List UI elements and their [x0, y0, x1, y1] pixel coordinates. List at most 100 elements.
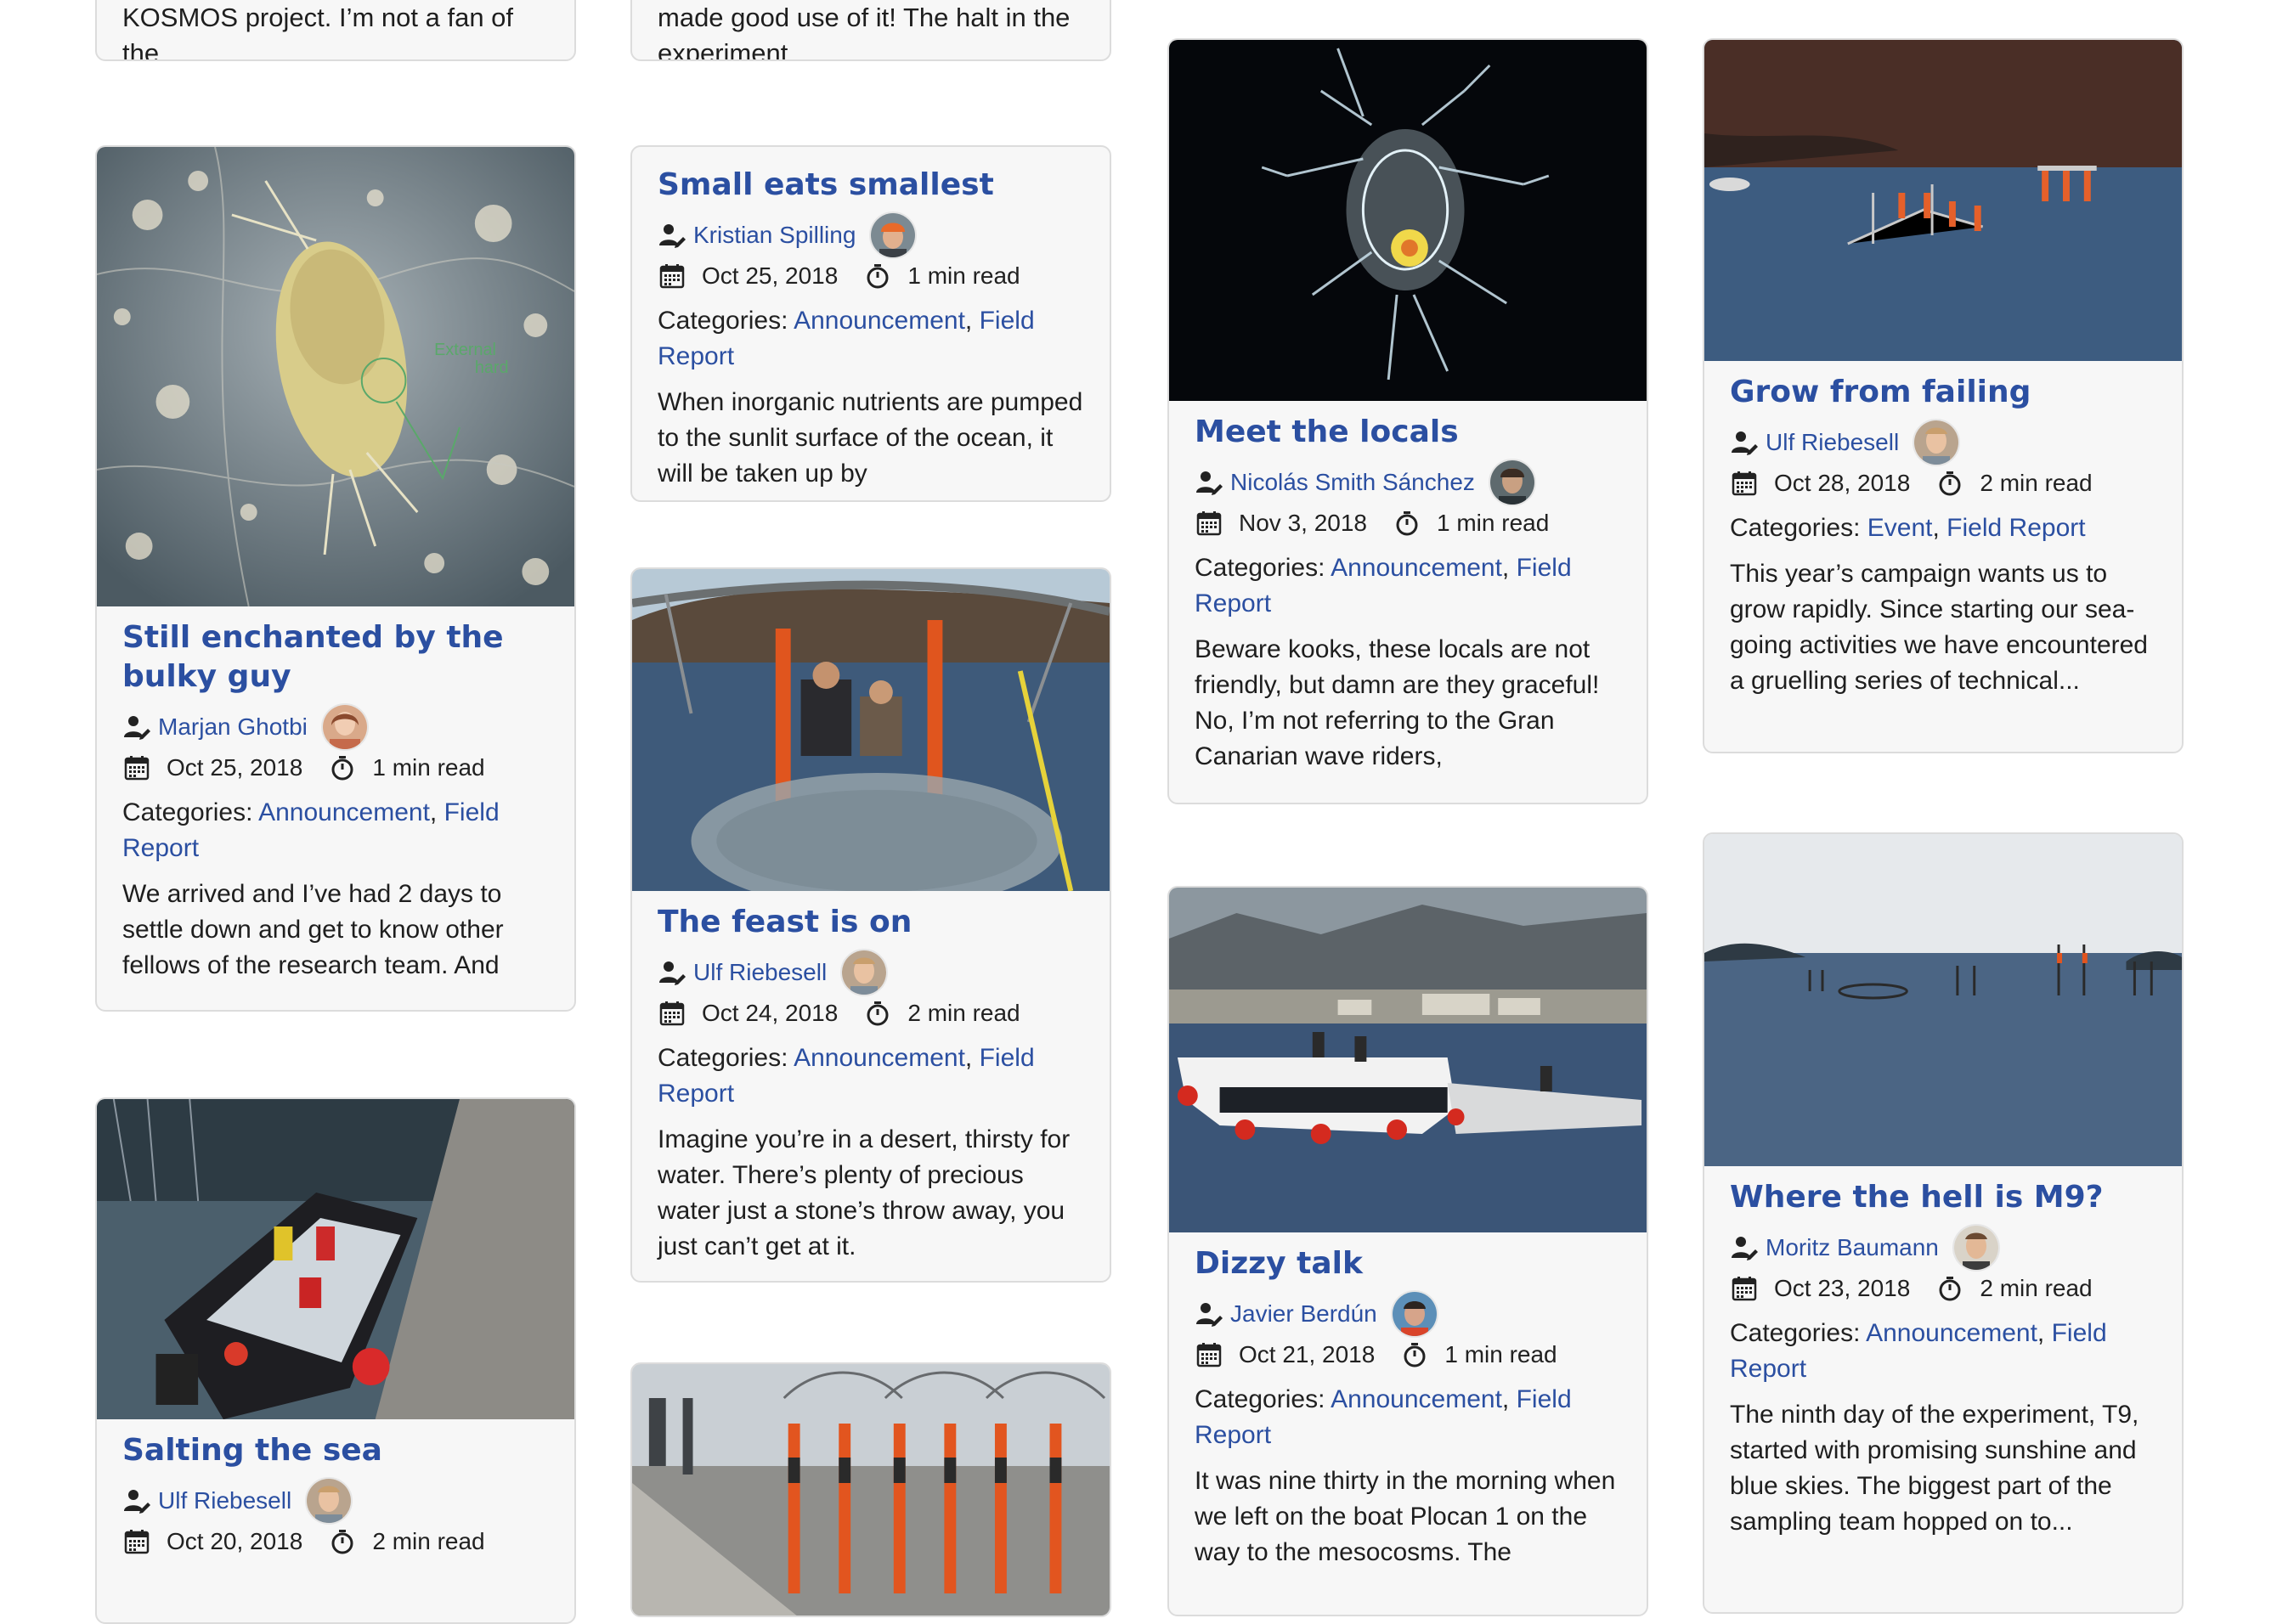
author-row: Javier Berdún [1195, 1290, 1621, 1338]
calendar-icon [122, 1527, 151, 1556]
author-row: Ulf Riebesell [1730, 419, 2156, 466]
post-card[interactable]: Grow from failing Ulf Riebesell Oct 28, … [1703, 38, 2184, 753]
author-row: Nicolás Smith Sánchez [1195, 459, 1621, 506]
post-title[interactable]: Still enchanted by the bulky guy [122, 618, 549, 696]
author-avatar [1488, 459, 1536, 506]
author-avatar [305, 1477, 353, 1525]
post-title[interactable]: Grow from failing [1730, 373, 2156, 412]
post-date: Oct 25, 2018 [702, 262, 839, 289]
date-row: Oct 25, 2018 1 min read [122, 747, 549, 788]
author-avatar [840, 949, 889, 996]
calendar-icon [1195, 1340, 1223, 1369]
author-avatar [1390, 1290, 1438, 1338]
author-link[interactable]: Kristian Spilling [693, 218, 856, 252]
date-row: Oct 21, 2018 1 min read [1195, 1334, 1621, 1375]
stopwatch-icon [863, 999, 892, 1028]
post-title[interactable]: Salting the sea [122, 1431, 549, 1470]
post-card[interactable]: Where the hell is M9? Moritz Baumann Oct… [1703, 832, 2184, 1614]
post-title[interactable]: The feast is on [658, 903, 1084, 942]
post-date: Oct 25, 2018 [167, 754, 303, 781]
category-link[interactable]: Announcement [794, 1044, 965, 1072]
author-row: Kristian Spilling [658, 211, 1084, 259]
post-excerpt: KOSMOS project. I’m not a fan of the [122, 3, 514, 61]
date-row: Oct 28, 2018 2 min read [1730, 463, 2156, 504]
date-row: Oct 23, 2018 2 min read [1730, 1268, 2156, 1309]
read-time: 2 min read [372, 1528, 485, 1554]
image-annotation: hard [475, 358, 509, 377]
category-link[interactable]: Announcement [1331, 1385, 1502, 1413]
post-card[interactable]: External hard Still enchanted by the bul… [95, 145, 576, 1012]
author-edit-icon [658, 958, 686, 987]
category-link[interactable]: Field Report [1946, 514, 2085, 542]
calendar-icon [1730, 469, 1759, 498]
post-image[interactable] [632, 1364, 1110, 1616]
post-card-stub[interactable]: KOSMOS project. I’m not a fan of the [95, 0, 576, 61]
author-edit-icon [658, 221, 686, 250]
category-link[interactable]: Announcement [794, 307, 965, 335]
category-link[interactable]: Event [1867, 514, 1933, 542]
calendar-icon [122, 753, 151, 782]
category-link[interactable]: Announcement [1331, 554, 1502, 582]
date-row: Oct 20, 2018 2 min read [122, 1521, 549, 1562]
post-excerpt: This year’s campaign wants us to grow ra… [1730, 560, 2148, 695]
author-link[interactable]: Ulf Riebesell [693, 956, 827, 990]
author-link[interactable]: Moritz Baumann [1766, 1231, 1939, 1265]
categories-label: Categories: [658, 1044, 788, 1072]
author-row: Moritz Baumann [1730, 1224, 2156, 1272]
author-row: Marjan Ghotbi [122, 703, 549, 751]
post-card[interactable]: Small eats smallest Kristian Spilling Oc… [630, 145, 1111, 502]
post-card[interactable]: Meet the locals Nicolás Smith Sánchez No… [1167, 38, 1648, 804]
stopwatch-icon [328, 1527, 357, 1556]
read-time: 1 min read [372, 754, 485, 781]
post-title[interactable]: Meet the locals [1195, 413, 1621, 452]
post-date: Oct 21, 2018 [1239, 1341, 1376, 1367]
author-link[interactable]: Ulf Riebesell [158, 1484, 291, 1518]
post-card-stub[interactable]: made good use of it! The halt in the exp… [630, 0, 1111, 61]
post-card[interactable]: Salting the sea Ulf Riebesell Oct 20, 20… [95, 1097, 576, 1624]
post-image[interactable] [1704, 40, 2182, 361]
author-edit-icon [1195, 1300, 1223, 1328]
post-date: Oct 23, 2018 [1774, 1275, 1911, 1301]
date-row: Oct 24, 2018 2 min read [658, 993, 1084, 1034]
post-title[interactable]: Small eats smallest [658, 166, 1084, 205]
post-card-image-only[interactable] [630, 1362, 1111, 1617]
read-time: 1 min read [1444, 1341, 1557, 1367]
categories-label: Categories: [122, 798, 253, 826]
categories: Categories: Announcement, Field Report [122, 798, 500, 862]
date-row: Nov 3, 2018 1 min read [1195, 503, 1621, 544]
post-title[interactable]: Where the hell is M9? [1730, 1178, 2156, 1217]
author-link[interactable]: Ulf Riebesell [1766, 426, 1899, 460]
post-card[interactable]: The feast is on Ulf Riebesell Oct 24, 20… [630, 567, 1111, 1283]
stopwatch-icon [1935, 1274, 1964, 1303]
categories-label: Categories: [1730, 514, 1861, 542]
categories: Categories: Announcement, Field Report [658, 1044, 1035, 1108]
read-time: 2 min read [907, 1000, 1020, 1026]
calendar-icon [658, 262, 686, 290]
post-card[interactable]: Dizzy talk Javier Berdún Oct 21, 2018 1 … [1167, 886, 1648, 1616]
author-edit-icon [1195, 468, 1223, 497]
categories: Categories: Announcement, Field Report [658, 307, 1035, 370]
author-link[interactable]: Nicolás Smith Sánchez [1230, 465, 1475, 499]
post-image[interactable] [1169, 40, 1647, 401]
stopwatch-icon [328, 753, 357, 782]
read-time: 1 min read [1437, 510, 1550, 536]
category-link[interactable]: Announcement [258, 798, 430, 826]
post-title[interactable]: Dizzy talk [1195, 1244, 1621, 1283]
author-edit-icon [122, 1486, 151, 1515]
post-image[interactable] [1169, 888, 1647, 1232]
post-image[interactable] [97, 1099, 574, 1419]
post-image[interactable] [1704, 834, 2182, 1166]
categories: Categories: Event, Field Report [1730, 514, 2086, 542]
stopwatch-icon [1400, 1340, 1429, 1369]
post-image[interactable]: External hard [97, 147, 574, 606]
author-link[interactable]: Marjan Ghotbi [158, 710, 308, 744]
author-edit-icon [1730, 428, 1759, 457]
post-image[interactable] [632, 569, 1110, 891]
post-excerpt: When inorganic nutrients are pumped to t… [658, 388, 1083, 488]
post-excerpt: We arrived and I’ve had 2 days to settle… [122, 880, 504, 979]
categories-label: Categories: [658, 307, 788, 335]
author-avatar [869, 211, 918, 259]
category-link[interactable]: Announcement [1866, 1319, 2037, 1347]
author-link[interactable]: Javier Berdún [1230, 1297, 1377, 1331]
categories-label: Categories: [1195, 554, 1325, 582]
